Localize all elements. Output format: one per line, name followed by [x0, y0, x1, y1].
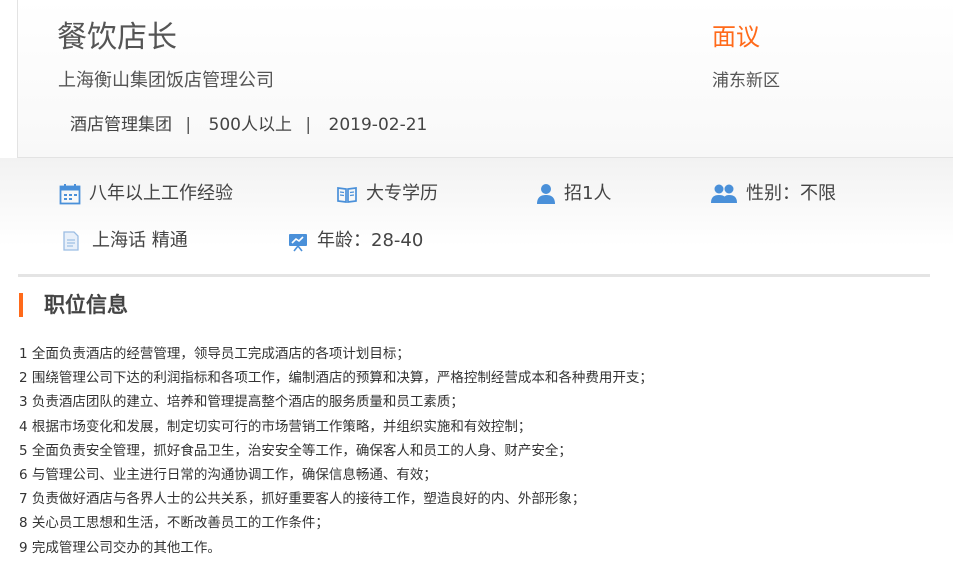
- company-meta: 酒店管理集团 | 500人以上 | 2019-02-21: [70, 112, 427, 138]
- requirements-panel: [0, 158, 953, 275]
- duty-item: 1 全面负责酒店的经营管理，领导员工完成酒店的各项计划目标；: [19, 346, 410, 362]
- education-text: 大专学历: [366, 183, 438, 204]
- req-headcount: 招1人: [536, 181, 611, 207]
- headcount-text: 招1人: [564, 183, 612, 204]
- salary: 面议: [712, 23, 760, 51]
- company-size: 500人以上: [208, 115, 292, 135]
- people-icon: [711, 184, 737, 203]
- duty-item: 8 关心员工思想和生活，不断改善员工的工作条件；: [19, 515, 329, 532]
- gender-text: 性别：不限: [746, 183, 836, 204]
- job-title: 餐饮店长: [57, 20, 177, 55]
- duties-list: 1 全面负责酒店的经营管理，领导员工完成酒店的各项计划目标； 2 围绕管理公司下…: [19, 342, 653, 560]
- req-experience: 八年以上工作经验: [59, 181, 233, 207]
- post-date: 2019-02-21: [328, 115, 428, 135]
- person-icon: [537, 184, 555, 204]
- duty-item: 3 负责酒店团队的建立、培养和管理提高整个酒店的服务质量和员工素质；: [19, 394, 464, 411]
- req-language: 上海话 精通: [62, 228, 188, 254]
- section-accent-bar: [19, 293, 23, 317]
- duty-item: 7 负责做好酒店与各界人士的公共关系，抓好重要客人的接待工作，塑造良好的内、外部…: [19, 491, 586, 508]
- duty-item: 4 根据市场变化和发展，制定切实可行的市场营销工作策略，并组织实施和有效控制；: [19, 418, 532, 435]
- divider: [18, 274, 930, 277]
- duty-item: 2 围绕管理公司下达的利润指标和各项工作，编制酒店的预算和决算，严格控制经营成本…: [19, 370, 653, 387]
- age-text: 年龄：28-40: [317, 230, 424, 251]
- experience-text: 八年以上工作经验: [89, 183, 233, 204]
- company-type: 酒店管理集团: [70, 115, 172, 135]
- duty-item: 6 与管理公司、业主进行日常的沟通协调工作，确保信息畅通、有效；: [19, 467, 437, 484]
- language-text: 上海话 精通: [92, 230, 188, 251]
- calendar-icon: [59, 184, 81, 205]
- company-name[interactable]: 上海衡山集团饭店管理公司: [58, 68, 274, 94]
- duty-item: 9 完成管理公司交办的其他工作。: [19, 539, 221, 556]
- document-icon: [63, 231, 79, 251]
- req-age: 年龄：28-40: [287, 228, 423, 254]
- req-education: 大专学历: [336, 181, 438, 207]
- separator: |: [305, 115, 312, 135]
- presentation-icon: [289, 234, 307, 252]
- duty-item: 5 全面负责安全管理，抓好食品卫生，治安安全等工作，确保客人和员工的人身、财产安…: [19, 442, 572, 459]
- job-location: 浦东新区: [712, 71, 780, 91]
- req-gender: 性别：不限: [710, 181, 836, 207]
- book-icon: [337, 187, 357, 203]
- section-title: 职位信息: [44, 293, 128, 317]
- separator: |: [185, 115, 192, 135]
